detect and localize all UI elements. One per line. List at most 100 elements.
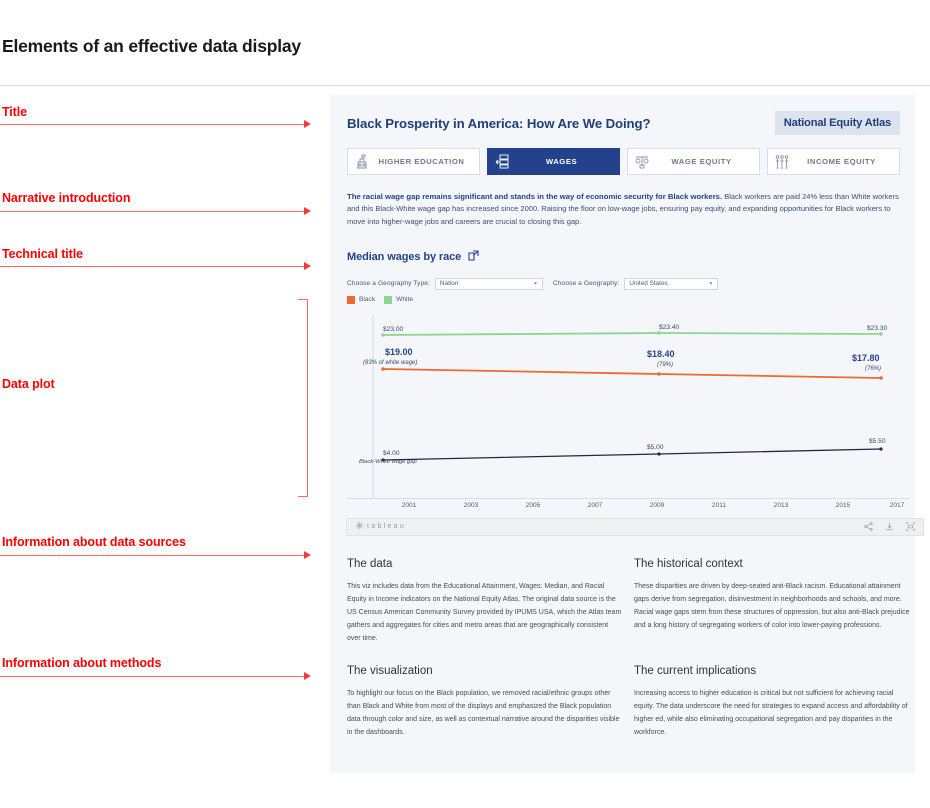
gap-sublabel: Black-White wage gap xyxy=(359,459,417,465)
series-line-black xyxy=(383,369,881,378)
chart-legend: Black White xyxy=(347,296,900,304)
block-title: The visualization xyxy=(347,665,623,677)
legend-swatch-black xyxy=(347,296,355,304)
chart-plot-area[interactable]: $23.00 $23.40 $23.30 $19.00 (83% of whit… xyxy=(347,308,910,498)
geography-type-value: Nation xyxy=(440,280,458,287)
x-tick: 2001 xyxy=(402,502,417,509)
tab-wage-equity[interactable]: WAGE EQUITY xyxy=(627,148,760,175)
annotation-line-methods xyxy=(0,676,306,677)
tableau-logo-icon xyxy=(355,521,364,532)
x-tick: 2003 xyxy=(464,502,479,509)
tab-label: WAGES xyxy=(510,157,613,166)
narrative-lead: The racial wage gap remains significant … xyxy=(347,192,722,201)
annotation-label-title: Title xyxy=(2,105,27,119)
white-label-2018: $23.30 xyxy=(867,325,888,332)
wage-equity-icon xyxy=(634,153,650,170)
annotation-line-narrative xyxy=(0,211,306,212)
black-sublabel-2018: (76%) xyxy=(865,366,881,372)
x-tick: 2005 xyxy=(526,502,541,509)
block-body: To highlight our focus on the Black popu… xyxy=(347,688,623,740)
geography-control: Choose a Geography: United States ▼ xyxy=(553,278,718,290)
geography-type-label: Choose a Geography Type: xyxy=(347,280,430,287)
geography-value: United States xyxy=(629,280,667,287)
annotation-label-methods: Information about methods xyxy=(2,656,161,670)
tab-label: INCOME EQUITY xyxy=(790,157,893,166)
block-body: These disparities are driven by deep-sea… xyxy=(634,581,910,633)
annotation-arrow-methods xyxy=(304,672,311,680)
series-line-white xyxy=(383,333,881,335)
annotation-line-technical-title xyxy=(0,266,306,267)
tableau-wordmark: tableau xyxy=(367,523,406,530)
block-title: The data xyxy=(347,558,623,570)
annotation-label-narrative: Narrative introduction xyxy=(2,191,130,205)
technical-title: Median wages by race xyxy=(347,251,461,263)
geography-select[interactable]: United States ▼ xyxy=(624,278,718,290)
gap-label-2000: $4.00 xyxy=(383,450,400,457)
geography-label: Choose a Geography: xyxy=(553,280,619,287)
page-title: Elements of an effective data display xyxy=(2,36,301,57)
x-tick: 2009 xyxy=(650,502,665,509)
white-label-2000: $23.00 xyxy=(383,326,404,333)
black-label-2000: $19.00 xyxy=(385,347,413,357)
geography-type-control: Choose a Geography Type: Nation ▼ xyxy=(347,278,543,290)
external-link-icon[interactable] xyxy=(468,248,479,266)
tab-wages[interactable]: WAGES xyxy=(487,148,620,175)
block-body: Increasing access to higher education is… xyxy=(634,688,910,740)
annotation-bracket-data-plot xyxy=(298,299,308,497)
dashboard-tabs: HIGHER EDUCATION WAGES xyxy=(347,148,900,175)
chevron-down-icon: ▼ xyxy=(708,281,713,287)
dashboard-header: Black Prosperity in America: How Are We … xyxy=(347,111,900,135)
national-equity-atlas-badge[interactable]: National Equity Atlas xyxy=(775,111,900,135)
x-tick: 2015 xyxy=(836,502,851,509)
tableau-footer-bar: tableau xyxy=(346,518,924,536)
tableau-branding[interactable]: tableau xyxy=(355,521,406,532)
block-body: This viz includes data from the Educatio… xyxy=(347,581,623,646)
annotation-arrow-technical-title xyxy=(304,262,311,270)
tab-label: HIGHER EDUCATION xyxy=(370,157,473,166)
x-tick: 2013 xyxy=(774,502,789,509)
annotation-line-data-sources xyxy=(0,555,306,556)
tab-higher-education[interactable]: HIGHER EDUCATION xyxy=(347,148,480,175)
black-sublabel-2000: (83% of white wage) xyxy=(363,360,417,366)
fullscreen-icon[interactable] xyxy=(906,518,915,536)
technical-title-row: Median wages by race xyxy=(347,248,900,266)
tab-income-equity[interactable]: INCOME EQUITY xyxy=(767,148,900,175)
legend-item-black[interactable]: Black xyxy=(347,296,375,304)
download-icon[interactable] xyxy=(885,518,894,536)
x-tick: 2011 xyxy=(712,502,726,509)
text-block-the-visualization: The visualization To highlight our focus… xyxy=(347,665,623,740)
annotation-arrow-data-sources xyxy=(304,551,311,559)
annotation-label-data-sources: Information about data sources xyxy=(2,535,186,549)
annotation-label-technical-title: Technical title xyxy=(2,247,83,261)
gap-label-2009: $5.00 xyxy=(647,444,664,451)
tab-label: WAGE EQUITY xyxy=(650,157,753,166)
x-tick: 2017 xyxy=(890,502,905,509)
block-title: The historical context xyxy=(634,558,910,570)
white-label-2009: $23.40 xyxy=(659,324,680,331)
tableau-actions xyxy=(864,518,915,536)
legend-item-white[interactable]: White xyxy=(384,296,413,304)
gap-label-2018: $5.50 xyxy=(869,438,886,445)
black-label-2018: $17.80 xyxy=(852,353,880,363)
annotation-line-title xyxy=(0,124,306,125)
header-divider xyxy=(0,85,930,86)
narrative-introduction: The racial wage gap remains significant … xyxy=(347,191,910,228)
legend-swatch-white xyxy=(384,296,392,304)
legend-label-black: Black xyxy=(359,296,375,303)
black-sublabel-2009: (79%) xyxy=(657,362,673,368)
income-equity-icon xyxy=(774,153,790,170)
geography-type-select[interactable]: Nation ▼ xyxy=(435,278,543,290)
legend-label-white: White xyxy=(396,296,413,303)
annotation-label-data-plot: Data plot xyxy=(2,377,55,391)
chart-x-axis: 2001 2003 2005 2007 2009 2011 2013 2015 … xyxy=(347,498,910,514)
school-icon xyxy=(354,153,370,170)
annotation-arrow-narrative xyxy=(304,207,311,215)
text-block-the-data: The data This viz includes data from the… xyxy=(347,558,623,646)
dashboard-title: Black Prosperity in America: How Are We … xyxy=(347,116,650,131)
dashboard-panel: Black Prosperity in America: How Are We … xyxy=(330,95,915,773)
share-icon[interactable] xyxy=(864,518,873,536)
chevron-down-icon: ▼ xyxy=(533,281,538,287)
series-line-gap xyxy=(383,449,881,460)
chart-svg: $23.00 $23.40 $23.30 $19.00 (83% of whit… xyxy=(347,308,910,498)
black-label-2009: $18.40 xyxy=(647,349,675,359)
